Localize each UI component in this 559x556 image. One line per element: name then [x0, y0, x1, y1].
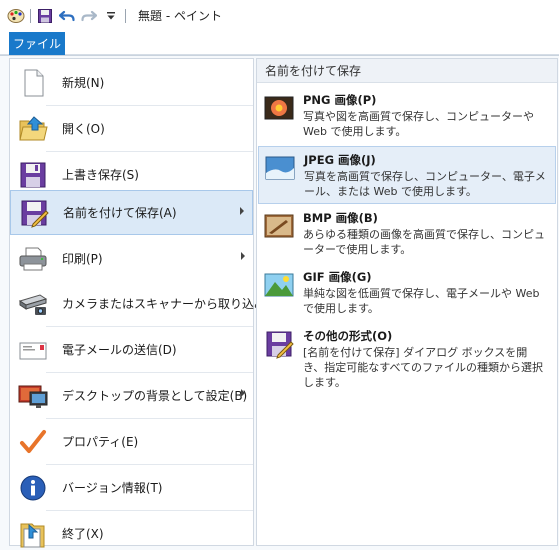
menu-item-label: プロパティ(E)	[62, 435, 139, 449]
menu-item-new[interactable]: 新規(N)	[10, 60, 253, 105]
menu-item-label: カメラまたはスキャナーから取り込み(M)	[62, 297, 286, 311]
menu-item-open[interactable]: 開く(O)	[10, 106, 253, 151]
menu-item-about[interactable]: バージョン情報(T)	[10, 465, 253, 510]
menu-item-set-desktop-background[interactable]: デスクトップの背景として設定(B)	[10, 373, 253, 418]
submenu-arrow-icon	[240, 207, 244, 215]
window-title: 無題 - ペイント	[138, 9, 222, 23]
bmp-image-icon	[264, 211, 294, 241]
menu-item-send-email[interactable]: 電子メールの送信(D)	[10, 327, 253, 372]
scanner-icon	[18, 289, 48, 319]
customize-quick-access-icon[interactable]	[101, 6, 121, 26]
menu-item-label: デスクトップの背景として設定(B)	[62, 389, 248, 403]
info-icon	[18, 473, 48, 503]
save-as-other-formats[interactable]: その他の形式(O) [名前を付けて保存] ダイアログ ボックスを開き、指定可能な…	[258, 323, 556, 389]
exit-icon	[18, 519, 48, 549]
menu-item-label: 上書き保存(S)	[62, 168, 139, 182]
save-floppy-icon	[18, 160, 48, 190]
menu-item-print[interactable]: 印刷(P)	[10, 236, 253, 281]
submenu-arrow-icon	[241, 252, 245, 260]
email-icon	[18, 335, 48, 365]
format-title: PNG 画像(P)	[303, 93, 377, 107]
save-as-jpeg[interactable]: JPEG 画像(J) 写真を高画質で保存し、コンピューター、電子メール、または …	[258, 146, 556, 204]
ribbon-tab-bar: ファイル	[0, 31, 559, 55]
format-description: 写真や図を高画質で保存し、コンピューターや Web で使用します。	[303, 110, 534, 138]
format-description: [名前を付けて保存] ダイアログ ボックスを開き、指定可能なすべてのファイルの種…	[303, 346, 544, 389]
redo-icon[interactable]	[79, 6, 99, 26]
menu-item-save-as[interactable]: 名前を付けて保存(A)	[10, 190, 253, 235]
format-title: BMP 画像(B)	[303, 211, 378, 225]
save-as-submenu: 名前を付けて保存 PNG 画像(P) 写真や図を高画質で保存し、コンピューターや…	[256, 58, 558, 546]
file-menu-commands: 新規(N) 開く(O) 上書き保存(S) 名前を付けて保存(A) 印刷(P) カ…	[9, 58, 286, 547]
desktop-background-icon	[18, 381, 48, 411]
paint-app-icon[interactable]	[6, 6, 26, 26]
submenu-arrow-icon	[241, 389, 245, 397]
open-folder-icon	[18, 114, 48, 144]
format-description: 写真を高画質で保存し、コンピューター、電子メール、または Web で使用します。	[304, 170, 546, 198]
format-title: その他の形式(O)	[303, 329, 393, 343]
format-description: あらゆる種類の画像を高画質で保存し、コンピューターで使用します。	[303, 228, 545, 256]
title-bar: 無題 - ペイント	[0, 0, 559, 31]
title-separator	[125, 8, 126, 23]
menu-item-label: 印刷(P)	[62, 252, 103, 266]
png-image-icon	[264, 93, 294, 123]
undo-icon[interactable]	[57, 6, 77, 26]
quick-save-icon[interactable]	[35, 6, 55, 26]
file-tab[interactable]: ファイル	[9, 32, 65, 55]
format-title: GIF 画像(G)	[303, 270, 372, 284]
save-as-png[interactable]: PNG 画像(P) 写真や図を高画質で保存し、コンピューターや Web で使用し…	[258, 87, 556, 145]
new-document-icon	[18, 68, 48, 98]
format-title: JPEG 画像(J)	[304, 153, 376, 167]
jpeg-image-icon	[265, 153, 295, 183]
printer-icon	[18, 244, 48, 274]
file-menu: 新規(N) 開く(O) 上書き保存(S) 名前を付けて保存(A) 印刷(P) カ…	[0, 55, 559, 550]
menu-item-import-scanner[interactable]: カメラまたはスキャナーから取り込み(M)	[10, 281, 286, 326]
menu-item-label: 終了(X)	[62, 527, 104, 541]
menu-item-properties[interactable]: プロパティ(E)	[10, 419, 253, 464]
format-description: 単純な図を低画質で保存し、電子メールや Web で使用します。	[303, 287, 540, 315]
menu-item-label: 新規(N)	[62, 76, 105, 90]
menu-item-label: 開く(O)	[62, 122, 105, 136]
save-as-icon	[19, 198, 49, 228]
save-as-gif[interactable]: GIF 画像(G) 単純な図を低画質で保存し、電子メールや Web で使用します…	[258, 264, 556, 322]
save-as-bmp[interactable]: BMP 画像(B) あらゆる種類の画像を高画質で保存し、コンピューターで使用しま…	[258, 205, 556, 263]
other-formats-icon	[264, 329, 294, 359]
menu-item-label: バージョン情報(T)	[62, 481, 163, 495]
menu-item-label: 名前を付けて保存(A)	[63, 206, 177, 220]
checkmark-icon	[18, 427, 48, 457]
menu-item-label: 電子メールの送信(D)	[62, 343, 177, 357]
menu-item-exit[interactable]: 終了(X)	[10, 511, 253, 556]
submenu-header: 名前を付けて保存	[257, 59, 557, 83]
quick-access-separator	[30, 8, 31, 23]
gif-image-icon	[264, 270, 294, 300]
